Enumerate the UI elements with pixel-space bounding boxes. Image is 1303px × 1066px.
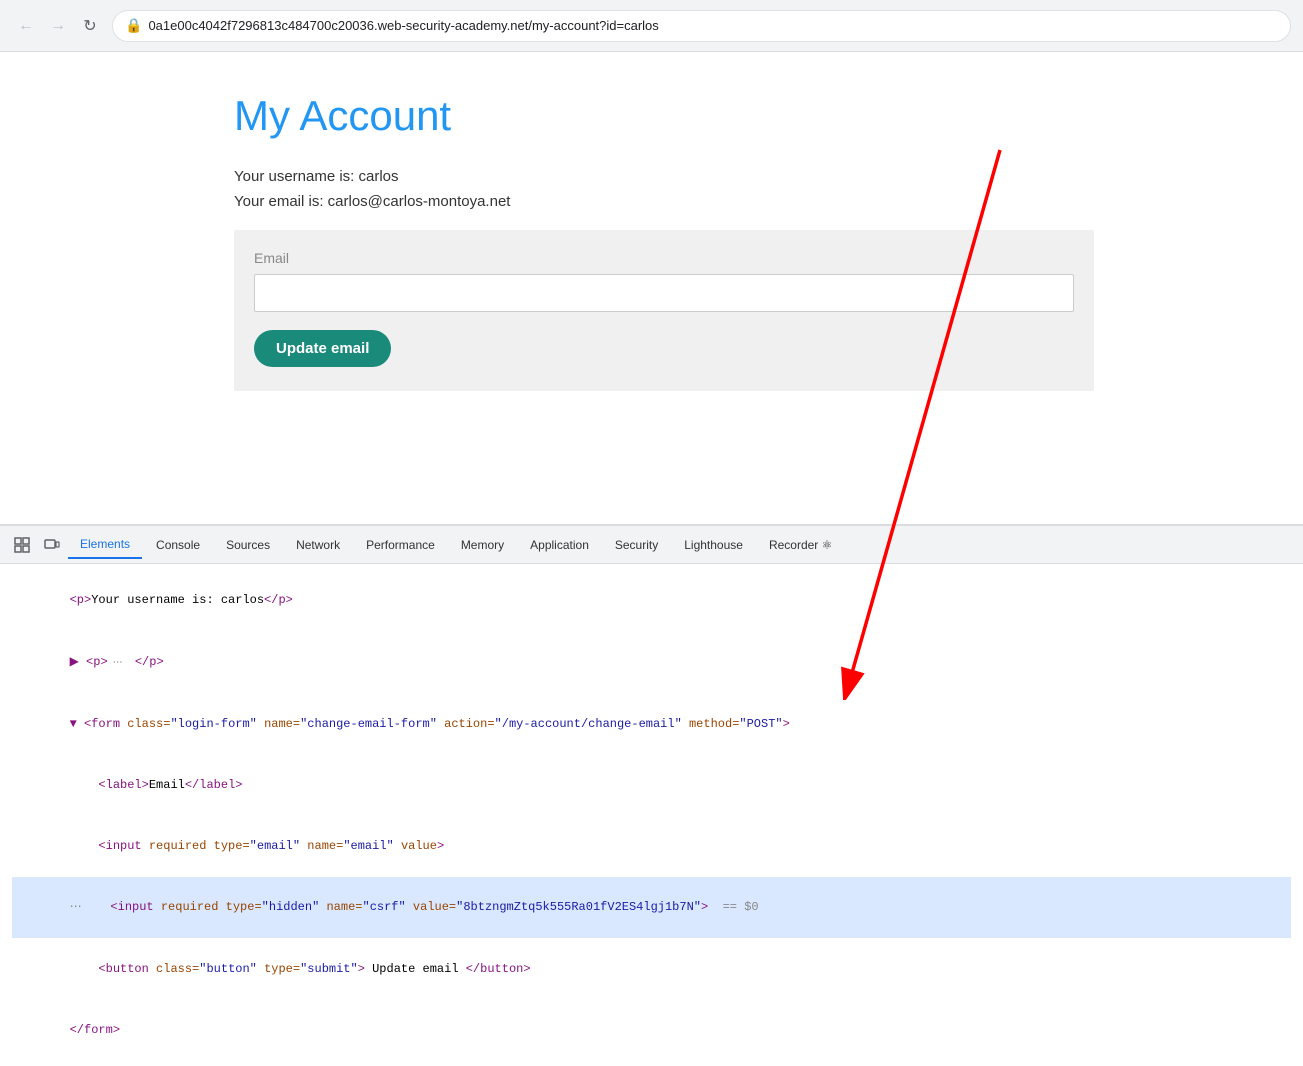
back-button[interactable]: ← [12, 12, 40, 40]
devtools-code-view: <p>Your username is: carlos</p> ▶ <p>⋯ <… [0, 564, 1303, 1066]
tab-security[interactable]: Security [603, 532, 670, 558]
code-line-3: <label>Email</label> [12, 755, 1291, 816]
page-title: My Account [234, 92, 1069, 140]
inspect-element-button[interactable] [8, 531, 36, 559]
code-line-0: <p>Your username is: carlos</p> [12, 570, 1291, 631]
tab-recorder[interactable]: Recorder ⚛ [757, 532, 844, 558]
devtools-tabbar: Elements Console Sources Network Perform… [0, 526, 1303, 564]
code-line-5-highlighted: ⋯ <input required type="hidden" name="cs… [12, 877, 1291, 938]
reload-button[interactable]: ↻ [76, 12, 104, 40]
code-line-6: <button class="button" type="submit"> Up… [12, 938, 1291, 999]
tab-elements[interactable]: Elements [68, 531, 142, 559]
forward-button[interactable]: → [44, 12, 72, 40]
tab-application[interactable]: Application [518, 532, 601, 558]
main-content: My Account Your username is: carlos Your… [0, 52, 1303, 524]
update-email-button[interactable]: Update email [254, 330, 391, 367]
tab-performance[interactable]: Performance [354, 532, 447, 558]
username-display: Your username is: carlos [234, 168, 1069, 185]
nav-buttons: ← → ↻ [12, 12, 104, 40]
devtools-panel: Elements Console Sources Network Perform… [0, 524, 1303, 759]
expand-dots[interactable]: ⋯ [108, 653, 128, 673]
code-line-1: ▶ <p>⋯ </p> [12, 631, 1291, 693]
email-input[interactable] [254, 274, 1074, 312]
tab-network[interactable]: Network [284, 532, 352, 558]
lock-icon: 🔒 [125, 17, 142, 34]
browser-chrome: ← → ↻ 🔒 0a1e00c4042f7296813c484700c20036… [0, 0, 1303, 52]
tab-lighthouse[interactable]: Lighthouse [672, 532, 755, 558]
device-toolbar-button[interactable] [38, 531, 66, 559]
email-form-container: Email Update email [234, 230, 1094, 391]
code-line-2: ▼ <form class="login-form" name="change-… [12, 693, 1291, 754]
code-line-4: <input required type="email" name="email… [12, 816, 1291, 877]
tab-console[interactable]: Console [144, 532, 212, 558]
email-display: Your email is: carlos@carlos-montoya.net [234, 193, 1069, 210]
tab-sources[interactable]: Sources [214, 532, 282, 558]
url-text: 0a1e00c4042f7296813c484700c20036.web-sec… [148, 18, 658, 33]
tab-memory[interactable]: Memory [449, 532, 516, 558]
code-line-7: </form> [12, 999, 1291, 1060]
email-input-label: Email [254, 250, 1074, 266]
address-bar[interactable]: 🔒 0a1e00c4042f7296813c484700c20036.web-s… [112, 10, 1291, 42]
